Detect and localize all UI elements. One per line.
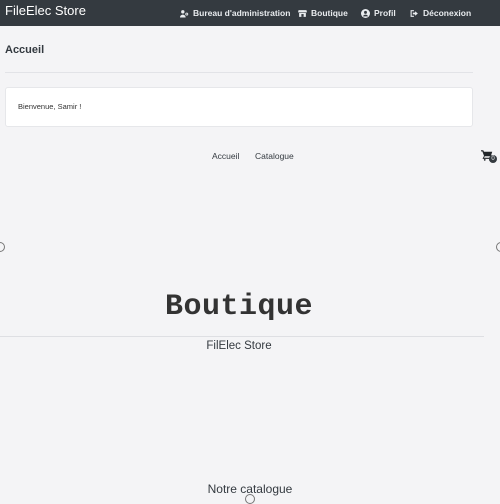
- store-icon: [298, 9, 307, 17]
- hero-subtitle: FilElec Store: [206, 340, 272, 352]
- nav-item-admin[interactable]: Bureau d'administration: [180, 0, 290, 26]
- user-circle-icon: [361, 8, 370, 18]
- carousel-prev-control[interactable]: [0, 242, 5, 252]
- nav-item-profil[interactable]: Profil: [361, 0, 396, 26]
- scroll-indicator[interactable]: [245, 494, 255, 504]
- users-cog-icon: [180, 9, 189, 17]
- nav-item-label: Bureau d'administration: [193, 8, 291, 18]
- cart-button[interactable]: 0: [481, 150, 497, 164]
- nav-item-label: Profil: [374, 8, 396, 18]
- top-navbar: FileElec Store Bureau d'administration B…: [0, 0, 500, 26]
- nav-links: Bureau d'administration Boutique Profil: [0, 0, 500, 26]
- hero-title: Boutique: [164, 290, 314, 324]
- divider: [5, 72, 473, 73]
- page-title: Accueil: [5, 44, 45, 56]
- cart-count-badge: 0: [489, 155, 497, 163]
- hero-divider: [0, 336, 484, 337]
- nav-item-label: Boutique: [311, 8, 348, 18]
- welcome-card: Bienvenue, Samir !: [5, 87, 473, 127]
- subnav-link-home[interactable]: Accueil: [212, 151, 239, 161]
- nav-item-deconnexion[interactable]: Déconexion: [410, 0, 471, 26]
- subnav-link-catalog[interactable]: Catalogue: [255, 151, 294, 161]
- nav-item-label: Déconexion: [423, 8, 472, 18]
- welcome-message: Bienvenue, Samir !: [18, 102, 82, 111]
- sign-out-icon: [410, 9, 418, 17]
- nav-item-boutique[interactable]: Boutique: [298, 0, 348, 26]
- carousel-next-control[interactable]: [496, 242, 500, 252]
- subnav: Accueil Catalogue: [0, 151, 500, 163]
